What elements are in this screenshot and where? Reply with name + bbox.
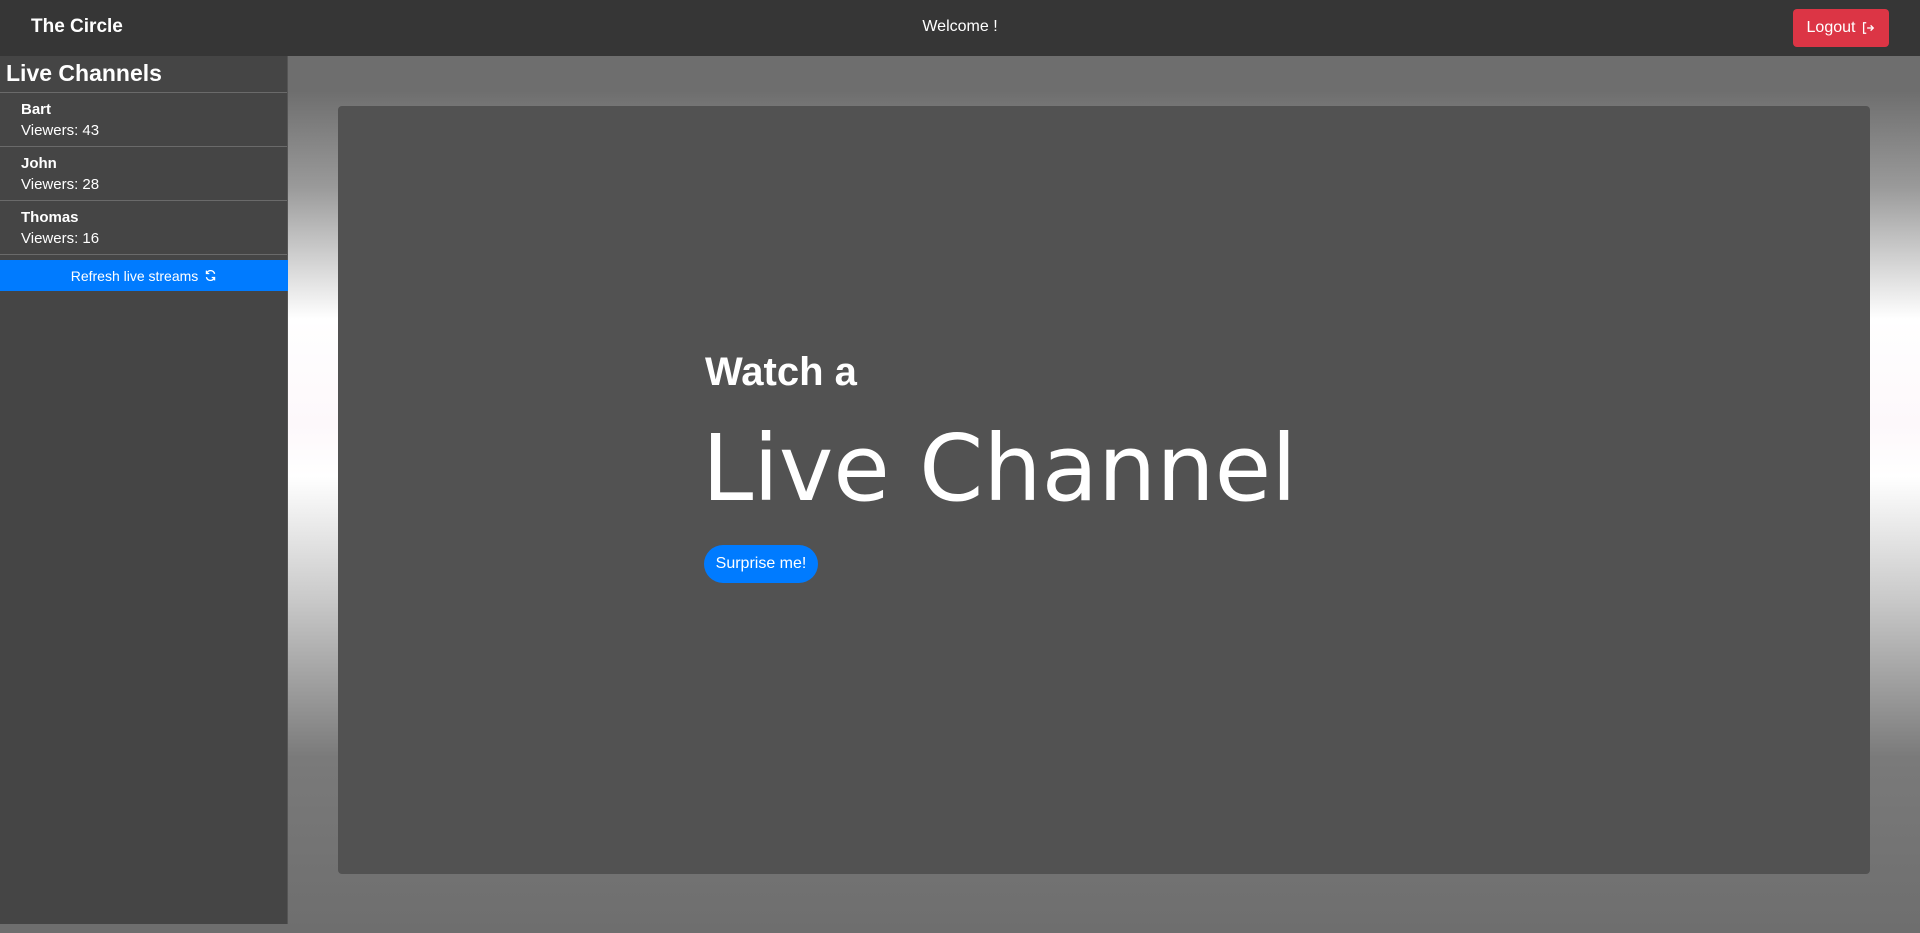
sidebar-title: Live Channels <box>0 56 287 93</box>
channel-name: Thomas <box>21 209 79 226</box>
channel-viewers: Viewers: 43 <box>21 122 100 139</box>
channel-name: John <box>21 155 57 172</box>
channel-name: Bart <box>21 101 52 118</box>
logout-button[interactable]: Logout <box>1793 9 1889 47</box>
sidebar-bottom-strip <box>0 924 288 933</box>
sign-out-icon <box>1863 22 1875 34</box>
hero-heading: Watch a <box>705 350 857 394</box>
channel-item-thomas[interactable]: Thomas Viewers: 16 <box>0 201 287 255</box>
refresh-label: Refresh live streams <box>70 267 199 284</box>
main-bottom-strip <box>288 924 1920 933</box>
channel-item-bart[interactable]: Bart Viewers: 43 <box>0 93 287 147</box>
channel-item-john[interactable]: John Viewers: 28 <box>0 147 287 201</box>
logout-label: Logout <box>1806 19 1856 36</box>
channel-viewers: Viewers: 16 <box>21 230 100 247</box>
refresh-icon <box>206 269 216 282</box>
surprise-me-button[interactable]: Surprise me! <box>704 545 818 583</box>
channel-viewers: Viewers: 28 <box>21 176 100 193</box>
sidebar: Live Channels Bart Viewers: 43 John View… <box>0 56 288 924</box>
welcome-text: Welcome ! <box>922 18 998 35</box>
hero-display-title: Live Channel <box>702 415 1297 522</box>
navbar: The Circle Welcome ! Logout <box>0 0 1920 56</box>
refresh-streams-button[interactable]: Refresh live streams <box>0 260 288 291</box>
